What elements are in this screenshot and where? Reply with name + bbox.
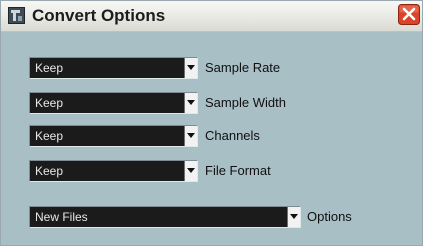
- dialog-body: Keep Sample Rate Keep Sample Width Keep: [7, 36, 415, 235]
- dropdown-arrow-icon[interactable]: [184, 58, 197, 78]
- sample-rate-label: Sample Rate: [205, 60, 281, 75]
- sample-width-label: Sample Width: [205, 95, 286, 110]
- sample-rate-row: Keep Sample Rate: [29, 57, 329, 79]
- convert-options-dialog: Convert Options Keep Sample Rate Keep Sa…: [0, 0, 423, 246]
- file-format-row: Keep File Format: [29, 160, 329, 182]
- sample-width-select[interactable]: Keep: [29, 92, 198, 114]
- output-options-select[interactable]: New Files: [29, 206, 301, 228]
- channels-row: Keep Channels: [29, 125, 329, 147]
- channels-select[interactable]: Keep: [29, 125, 198, 147]
- file-format-value: Keep: [35, 164, 64, 178]
- sample-rate-select[interactable]: Keep: [29, 57, 198, 79]
- sample-rate-value: Keep: [35, 61, 64, 75]
- output-options-label: Options: [307, 209, 352, 224]
- sample-width-row: Keep Sample Width: [29, 92, 329, 114]
- dropdown-arrow-icon[interactable]: [184, 126, 197, 146]
- dropdown-arrow-icon[interactable]: [184, 93, 197, 113]
- channels-label: Channels: [205, 128, 260, 143]
- channels-value: Keep: [35, 129, 64, 143]
- dialog-title: Convert Options: [32, 6, 166, 25]
- dropdown-arrow-icon[interactable]: [287, 207, 300, 227]
- app-logo-icon: [8, 7, 25, 24]
- close-icon: [398, 4, 420, 25]
- title-bar[interactable]: Convert Options: [1, 1, 422, 32]
- output-options-value: New Files: [35, 210, 88, 224]
- sample-width-value: Keep: [35, 96, 64, 110]
- close-button[interactable]: [398, 4, 420, 25]
- output-options-row: New Files Options: [29, 206, 409, 228]
- file-format-label: File Format: [205, 163, 271, 178]
- file-format-select[interactable]: Keep: [29, 160, 198, 182]
- dropdown-arrow-icon[interactable]: [184, 161, 197, 181]
